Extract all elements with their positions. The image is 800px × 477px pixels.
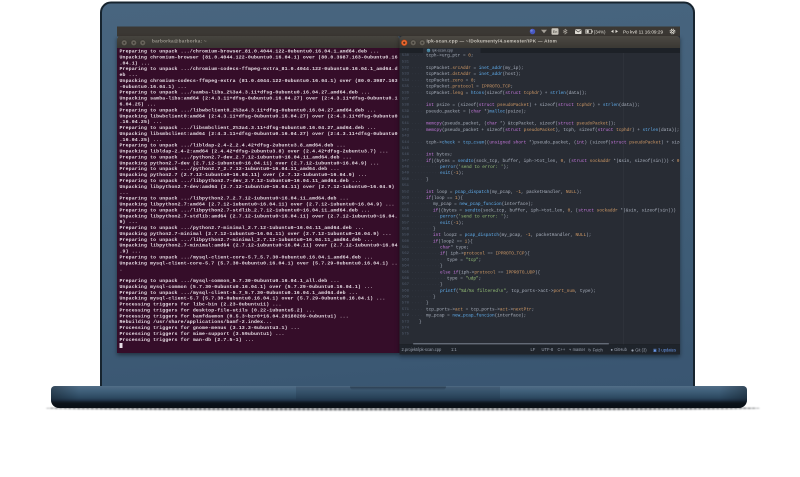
- svg-text:En: En: [553, 30, 558, 34]
- svg-text:(34%): (34%): [594, 29, 606, 34]
- svg-text:Po kvě 11 16:09:29: Po kvě 11 16:09:29: [623, 29, 663, 34]
